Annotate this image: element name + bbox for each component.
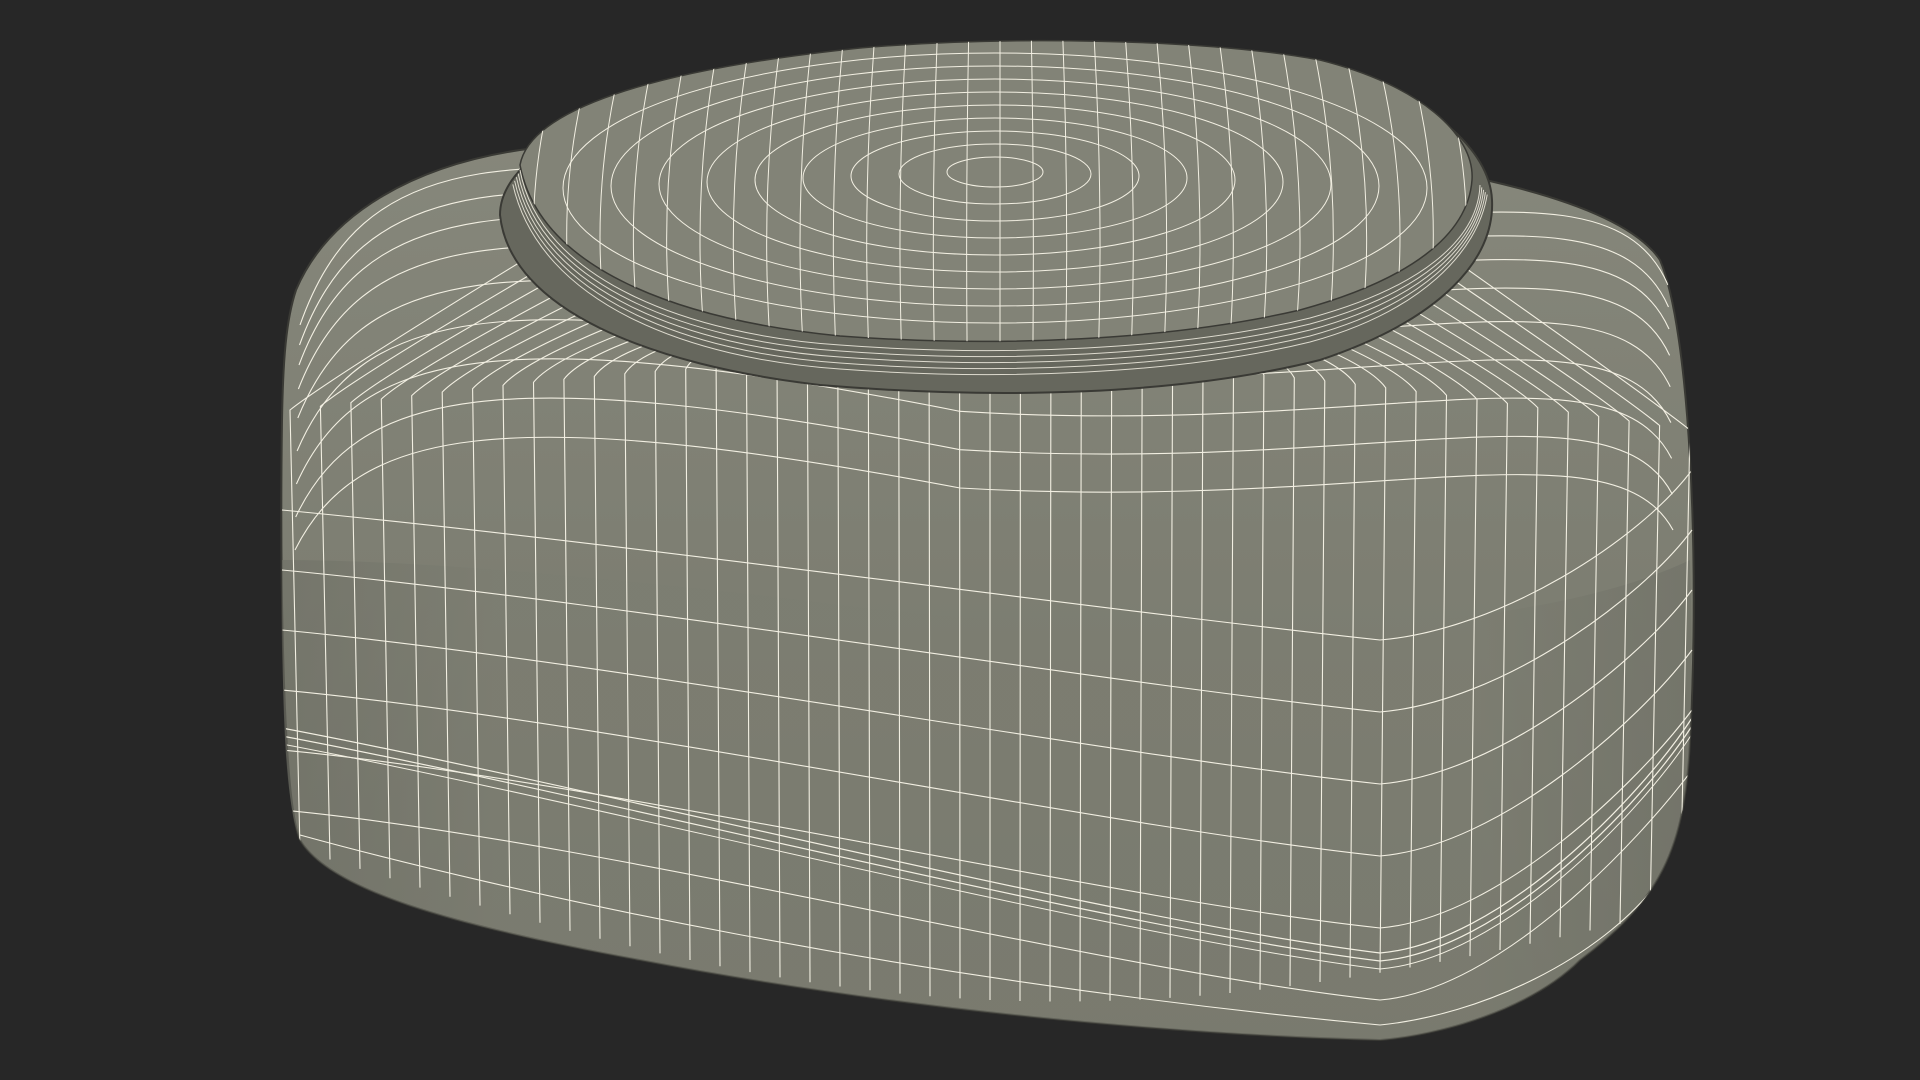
- wireframe-render: [280, 39, 1695, 1042]
- lid: [498, 39, 1494, 394]
- render-viewport: [0, 0, 1920, 1080]
- lid-top: [519, 39, 1473, 343]
- body-side-band: [282, 560, 1692, 1040]
